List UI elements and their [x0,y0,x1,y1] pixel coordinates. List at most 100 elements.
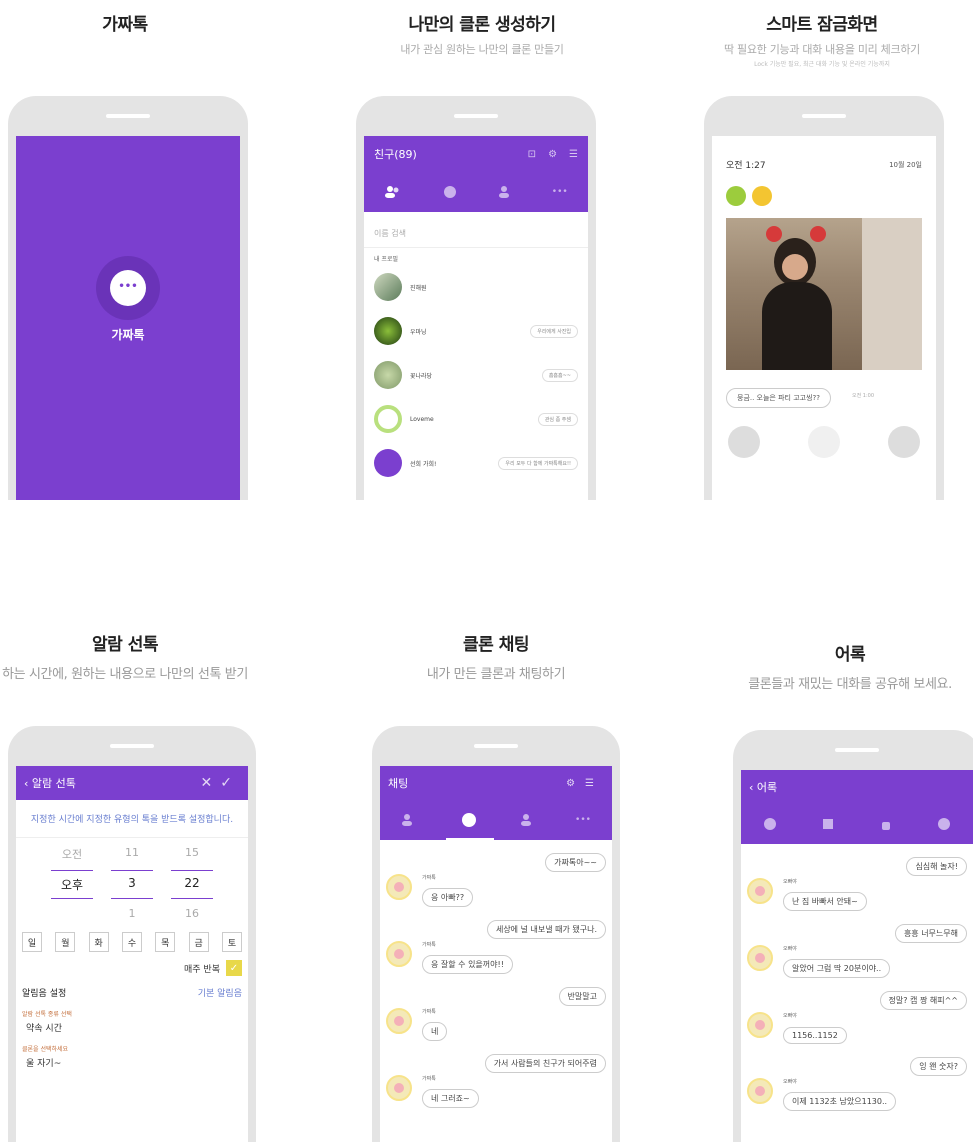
clone-value[interactable]: 울 자기~ [16,1053,248,1069]
chat-bubble-icon: ••• [110,270,146,306]
sender-name: 오빠야 [783,1079,797,1085]
friend-status: 흠흠흠~~ [541,368,578,382]
chat-bubble-icon[interactable] [443,185,457,199]
search-icon[interactable]: ⊡ [528,149,536,160]
swipe-icon[interactable] [808,426,840,458]
section-clone-chat: 클론 채팅 내가 만든 클론과 채팅하기 [336,630,656,682]
friends-icon[interactable] [384,185,402,199]
message-sent: 세상에 널 내보낼 때가 됐구나. [380,917,612,939]
message-text: 응 잘할 수 있을꺼야!! [422,955,513,974]
phone-lock: 오전 1:27 10월 20일 뭉금.. 오늘은 파티 고고씽?? 오전 1:0… [704,96,944,500]
more-icon[interactable]: ••• [552,187,568,197]
chat-bubble-icon[interactable] [728,426,760,458]
section-clone-create: 나만의 클론 생성하기 내가 관심 원하는 나만의 클론 만들기 [322,10,642,57]
picker-prev[interactable]: 오전 11 15 [16,846,248,862]
thumbs-up-icon[interactable] [879,817,893,831]
avatar[interactable] [747,1012,773,1038]
friend-row[interactable]: 진해원 [364,265,588,309]
day-fri[interactable]: 금 [188,932,209,952]
picker-hour: 3 [111,870,153,899]
message-text: 알았어 그럼 딱 20분이야.. [783,959,891,978]
message-sent: 가서 사람들의 친구가 되어주렴 [380,1051,612,1073]
lock-message-bubble[interactable]: 뭉금.. 오늘은 파티 고고씽?? [726,388,831,408]
type-value[interactable]: 약속 시간 [16,1018,248,1034]
flag-icon[interactable] [821,817,835,831]
message-text: 정말? 캡 짱 해피^^ [879,991,967,1010]
chat-bubble-icon[interactable] [461,812,477,828]
message-text: 가짜톡아~~ [545,853,606,872]
check-icon[interactable]: ✓ [220,775,240,791]
tab-bar [741,804,973,844]
avatar[interactable] [747,1078,773,1104]
friend-status: 우리에게 사진입 [530,324,578,338]
day-selector: 일 월 화 수 목 금 토 [16,932,248,952]
alarm-sound-value: 기본 알림음 [197,989,242,999]
sender-name: 가짜톡 [422,1009,436,1015]
menu-icon[interactable]: ☰ [585,778,604,789]
search-icon[interactable] [937,817,951,831]
picker-prev-hour: 11 [125,846,139,859]
person-icon[interactable] [519,813,533,827]
picker-prev-ampm: 오전 [61,848,83,861]
friends-header: 친구(89) [374,148,417,161]
picker-selected[interactable]: 오후 3 22 [16,870,248,899]
day-wed[interactable]: 수 [121,932,142,952]
menu-icon[interactable]: ☰ [569,149,578,160]
bulb-icon[interactable] [752,186,772,206]
close-icon[interactable]: ✕ [201,775,221,791]
settings-icon[interactable]: ⚙ [566,778,585,789]
day-sat[interactable]: 토 [221,932,242,952]
avatar [374,273,402,301]
clock-icon[interactable] [763,817,777,831]
app-icon[interactable] [726,186,746,206]
lock-icon[interactable] [888,426,920,458]
more-icon[interactable]: ••• [575,815,591,825]
person-icon[interactable] [497,185,511,199]
message-text: 세상에 널 내보낼 때가 됐구나. [486,920,606,939]
friend-row[interactable]: Loveme 관심 좀 주셈 [364,397,588,441]
friend-name: 선희 가희! [410,460,437,468]
day-sun[interactable]: 일 [22,932,42,952]
section-subtitle: 내가 만든 클론과 채팅하기 [426,667,566,682]
message-received: 오빠야 이제 1132초 남았으1130.. [741,1078,973,1111]
friend-name: 진해원 [410,284,427,292]
avatar[interactable] [747,878,773,904]
avatar[interactable] [386,874,412,900]
sender-name: 오빠야 [783,1013,797,1019]
alarm-screen: ‹ 알람 선톡 ✕✓ 지정한 시간에 지정한 유형의 톡을 받드록 설정합니다.… [16,766,248,1142]
avatar[interactable] [386,941,412,967]
message-received: 가짜톡 네 그러죠~ [380,1075,612,1108]
search-input[interactable]: 이름 검색 [364,220,588,248]
section-alarm: 알람 선톡 하는 시간에, 원하는 내용으로 나만의 선톡 받기 [0,630,285,682]
friend-row[interactable]: 선희 가희! 우리 모두 다 함께 가짜톡해요!! [364,441,588,485]
friend-status: 우리 모두 다 함께 가짜톡해요!! [498,456,578,470]
settings-icon[interactable]: ⚙ [548,149,557,160]
app-name: 가짜톡 [111,328,145,342]
phone-alarm: ‹ 알람 선톡 ✕✓ 지정한 시간에 지정한 유형의 톡을 받드록 설정합니다.… [8,726,256,1142]
picker-next-hour: 1 [128,907,136,920]
picker-min: 22 [171,870,213,899]
section-title: 어록 [834,645,866,665]
avatar[interactable] [386,1008,412,1034]
lock-message-time: 오전 1:00 [852,393,875,399]
day-tue[interactable]: 화 [88,932,109,952]
day-thu[interactable]: 목 [155,932,176,952]
sender-name: 오빠야 [783,946,797,952]
avatar[interactable] [747,945,773,971]
friend-row[interactable]: 우마닝 우리에게 사진입 [364,309,588,353]
back-chevron-icon[interactable]: ‹ 알람 선톡 [24,775,76,791]
friends-icon[interactable] [401,813,419,827]
picker-next-ampm [51,907,93,920]
picker-prev-min: 15 [185,846,199,859]
day-mon[interactable]: 월 [55,932,76,952]
message-sent: 흥흥 너무느무해 [741,921,973,943]
back-chevron-icon[interactable]: ‹ 어록 [749,779,777,795]
section-subtitle-small: Lock 기능만 필요, 최근 대화 기능 및 온라인 기능까지 [754,61,890,68]
repeat-checkbox[interactable]: ✓ [226,960,242,976]
message-received: 가짜톡 네 [380,1008,612,1041]
alarm-sound-row[interactable]: 알림음 설정 기본 알림음 [16,976,248,999]
picker-next[interactable]: 1 16 [16,907,248,920]
section-title: 가짜톡 [102,15,148,35]
avatar[interactable] [386,1075,412,1101]
friend-row[interactable]: 꽃나라당 흠흠흠~~ [364,353,588,397]
